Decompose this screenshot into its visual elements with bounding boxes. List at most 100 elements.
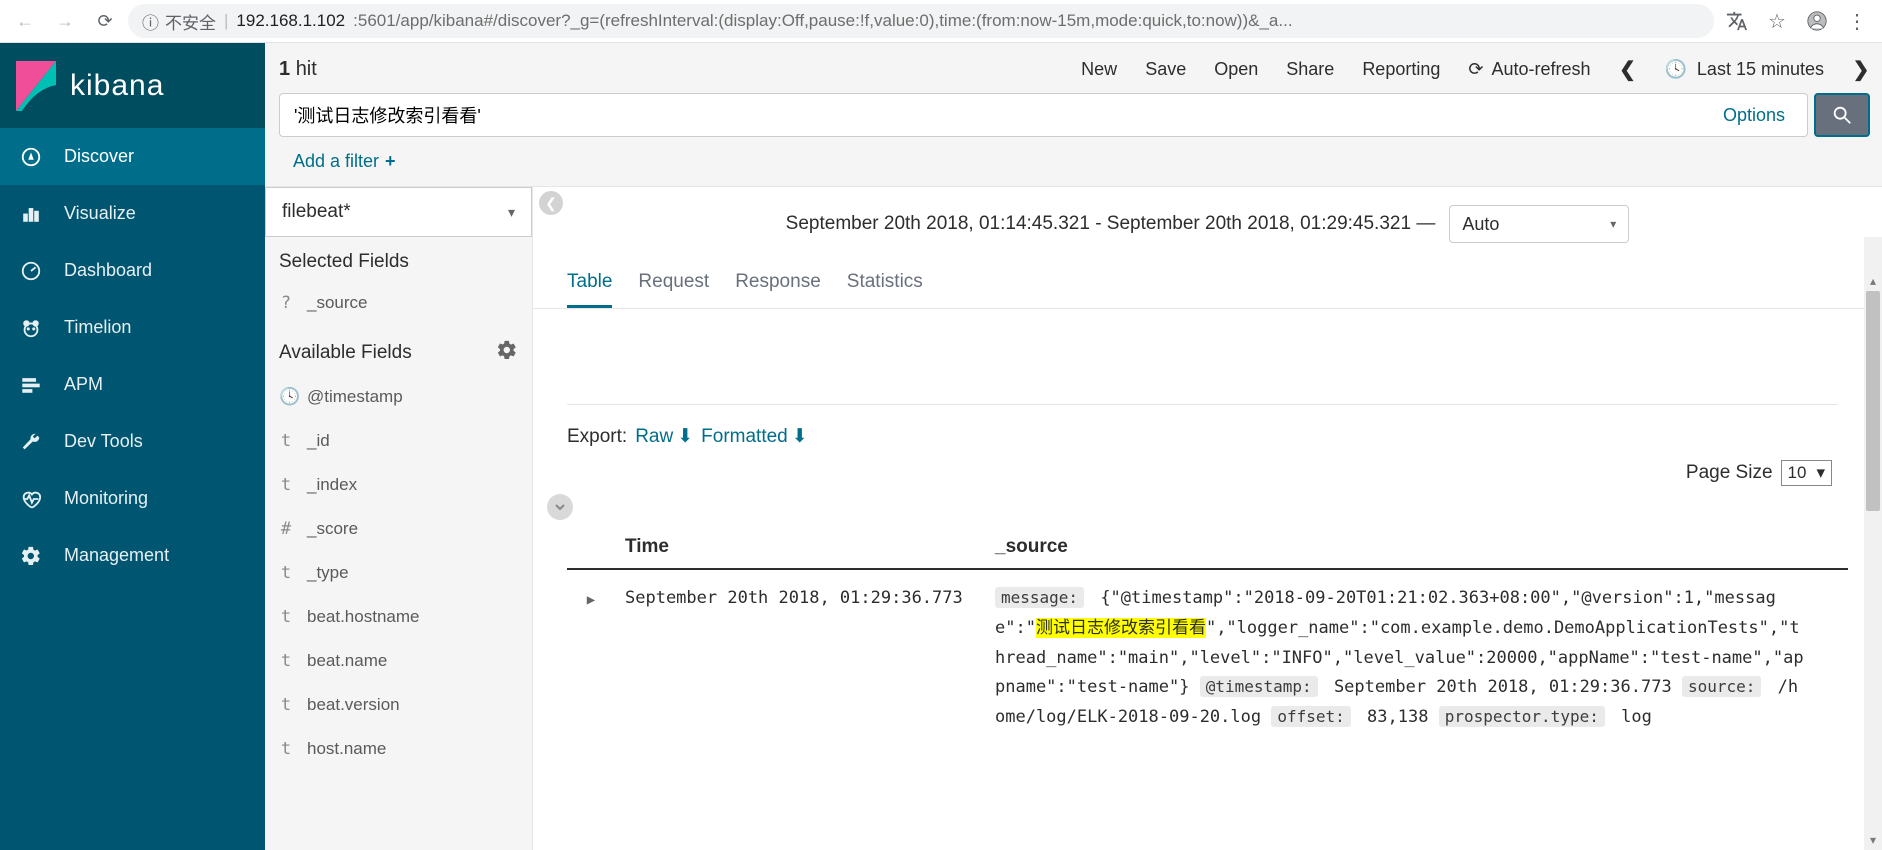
tab-table[interactable]: Table bbox=[567, 271, 612, 308]
clock-icon: 🕓 bbox=[279, 387, 293, 407]
field-item--score[interactable]: #_score bbox=[265, 507, 532, 551]
hit-count: 1 hit bbox=[279, 58, 317, 81]
share-button[interactable]: Share bbox=[1286, 59, 1334, 80]
clock-icon: 🕓 bbox=[1665, 59, 1687, 80]
expand-row-button[interactable]: ▶ bbox=[567, 584, 615, 613]
nav-label: Dashboard bbox=[64, 260, 152, 281]
selected-fields-header: Selected Fields bbox=[265, 237, 532, 281]
row-time-value: September 20th 2018, 01:29:36.773 bbox=[615, 584, 995, 614]
translate-icon[interactable] bbox=[1720, 4, 1754, 38]
field-item--timestamp[interactable]: 🕓 @timestamp bbox=[265, 375, 532, 419]
refresh-icon: ⟳ bbox=[1468, 59, 1483, 80]
field-chip-timestamp: @timestamp: bbox=[1200, 676, 1318, 697]
field-item--index[interactable]: t_index bbox=[265, 463, 532, 507]
reporting-button[interactable]: Reporting bbox=[1362, 59, 1440, 80]
field-name: @timestamp bbox=[307, 387, 403, 407]
open-button[interactable]: Open bbox=[1214, 59, 1258, 80]
back-button[interactable]: ← bbox=[8, 4, 42, 38]
field-name: beat.version bbox=[307, 695, 400, 715]
bar-chart-icon bbox=[18, 201, 44, 227]
logo[interactable]: kibana bbox=[0, 43, 265, 128]
tab-statistics[interactable]: Statistics bbox=[847, 271, 923, 308]
timestamp-value: September 20th 2018, 01:29:36.773 bbox=[1334, 677, 1672, 697]
field-item--source[interactable]: ? _source bbox=[265, 281, 532, 325]
field-name: _source bbox=[307, 293, 367, 313]
nav-label: Timelion bbox=[64, 317, 131, 338]
index-pattern-select[interactable]: filebeat* ▾ bbox=[265, 187, 532, 237]
caret-down-icon: ▾ bbox=[1610, 217, 1616, 231]
nav-label: Dev Tools bbox=[64, 431, 143, 452]
nav-item-visualize[interactable]: Visualize bbox=[0, 185, 265, 242]
field-item--id[interactable]: t_id bbox=[265, 419, 532, 463]
column-time-header[interactable]: Time bbox=[615, 536, 995, 558]
search-input-wrap: Options bbox=[279, 93, 1808, 137]
interval-label: Auto bbox=[1462, 214, 1499, 235]
browser-toolbar: ← → ⟳ ⓘ 不安全 | 192.168.1.102:5601/app/kib… bbox=[0, 0, 1882, 43]
reload-button[interactable]: ⟳ bbox=[88, 4, 122, 38]
new-button[interactable]: New bbox=[1081, 59, 1117, 80]
prospector-value: log bbox=[1621, 707, 1652, 727]
message-highlight: 测试日志修改索引看看 bbox=[1036, 618, 1206, 638]
scrollbar[interactable]: ▴ ▾ bbox=[1864, 237, 1882, 850]
insecure-badge: ⓘ 不安全 bbox=[142, 9, 216, 34]
search-button[interactable] bbox=[1814, 93, 1870, 137]
search-input[interactable] bbox=[294, 105, 1715, 126]
export-formatted-link[interactable]: Formatted⬇ bbox=[701, 425, 808, 448]
forward-button[interactable]: → bbox=[48, 4, 82, 38]
caret-down-icon: ▾ bbox=[508, 204, 515, 221]
field-chip-prospector: prospector.type: bbox=[1439, 706, 1605, 727]
apm-icon bbox=[18, 372, 44, 398]
field-item-beat-hostname[interactable]: tbeat.hostname bbox=[265, 595, 532, 639]
field-name: beat.name bbox=[307, 651, 387, 671]
field-type-t: t bbox=[279, 739, 293, 759]
field-type-?: ? bbox=[279, 293, 293, 313]
field-item-beat-name[interactable]: tbeat.name bbox=[265, 639, 532, 683]
time-next-button[interactable]: ❯ bbox=[1852, 60, 1870, 78]
nav-label: Discover bbox=[64, 146, 134, 167]
page-size-select[interactable]: 10▾ bbox=[1781, 460, 1832, 486]
add-filter-label: Add a filter bbox=[293, 151, 379, 172]
nav-item-management[interactable]: Management bbox=[0, 527, 265, 584]
time-prev-button[interactable]: ❮ bbox=[1619, 60, 1637, 78]
interval-select[interactable]: Auto ▾ bbox=[1449, 205, 1629, 243]
collapse-fields-button[interactable]: ❮ bbox=[539, 191, 563, 215]
auto-refresh-button[interactable]: ⟳ Auto-refresh bbox=[1468, 59, 1590, 80]
tab-response[interactable]: Response bbox=[735, 271, 821, 308]
tab-request[interactable]: Request bbox=[638, 271, 709, 308]
save-button[interactable]: Save bbox=[1145, 59, 1186, 80]
nav-item-dashboard[interactable]: Dashboard bbox=[0, 242, 265, 299]
column-source-header[interactable]: _source bbox=[995, 536, 1848, 558]
field-type-t: t bbox=[279, 607, 293, 627]
url-bar[interactable]: ⓘ 不安全 | 192.168.1.102:5601/app/kibana#/d… bbox=[128, 4, 1714, 38]
add-filter-button[interactable]: Add a filter + bbox=[293, 151, 1856, 172]
compass-icon bbox=[18, 144, 44, 170]
main-panel: 1 hit New Save Open Share Reporting ⟳ Au… bbox=[265, 43, 1882, 850]
scroll-up-icon[interactable]: ▴ bbox=[1866, 273, 1880, 289]
field-chip-source: source: bbox=[1682, 676, 1761, 697]
plus-icon: + bbox=[385, 151, 396, 172]
nav-label: APM bbox=[64, 374, 103, 395]
field-item--type[interactable]: t_type bbox=[265, 551, 532, 595]
profile-avatar-icon[interactable] bbox=[1800, 4, 1834, 38]
field-item-beat-version[interactable]: tbeat.version bbox=[265, 683, 532, 727]
nav-item-discover[interactable]: Discover bbox=[0, 128, 265, 185]
field-item-host-name[interactable]: thost.name bbox=[265, 727, 532, 771]
time-picker[interactable]: 🕓 Last 15 minutes bbox=[1665, 59, 1825, 80]
nav-item-dev-tools[interactable]: Dev Tools bbox=[0, 413, 265, 470]
nav-item-apm[interactable]: APM bbox=[0, 356, 265, 413]
field-name: _index bbox=[307, 475, 357, 495]
bookmark-star-icon[interactable]: ☆ bbox=[1760, 4, 1794, 38]
collapse-histogram-button[interactable] bbox=[547, 494, 573, 520]
fields-settings-icon[interactable] bbox=[496, 339, 518, 367]
export-raw-link[interactable]: Raw⬇ bbox=[635, 425, 693, 448]
nav-item-timelion[interactable]: Timelion bbox=[0, 299, 265, 356]
scroll-down-icon[interactable]: ▾ bbox=[1866, 832, 1880, 848]
overflow-menu-icon[interactable]: ⋮ bbox=[1840, 4, 1874, 38]
row-source-value: message: {"@timestamp":"2018-09-20T01:21… bbox=[995, 584, 1848, 733]
search-icon bbox=[1831, 104, 1853, 126]
search-options-link[interactable]: Options bbox=[1715, 105, 1793, 126]
scrollbar-thumb[interactable] bbox=[1866, 291, 1880, 511]
page-size-label: Page Size bbox=[1686, 462, 1773, 484]
nav-item-monitoring[interactable]: Monitoring bbox=[0, 470, 265, 527]
topbar: 1 hit New Save Open Share Reporting ⟳ Au… bbox=[265, 43, 1882, 186]
